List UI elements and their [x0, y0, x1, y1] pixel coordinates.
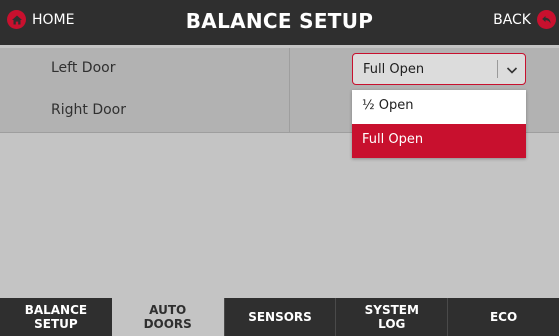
tab-label: SYSTEM LOG: [364, 303, 419, 331]
back-label: BACK: [493, 11, 531, 28]
row-divider: [289, 90, 290, 132]
tab-sensors[interactable]: SENSORS: [223, 298, 336, 336]
back-arrow-icon: [537, 10, 556, 29]
page-title: BALANCE SETUP: [185, 9, 374, 33]
option-full-open[interactable]: Full Open: [352, 124, 526, 158]
option-half-open[interactable]: ½ Open: [352, 90, 526, 124]
tab-balance-setup[interactable]: BALANCE SETUP: [0, 298, 112, 336]
door-mode-dropdown: ½ Open Full Open: [352, 90, 526, 158]
tab-label: AUTO DOORS: [143, 303, 192, 331]
back-button[interactable]: BACK: [493, 10, 556, 29]
row-divider: [289, 48, 290, 90]
top-bar: HOME BALANCE SETUP BACK: [0, 0, 559, 45]
left-door-select[interactable]: Full Open: [352, 53, 526, 85]
left-door-label: Left Door: [51, 60, 116, 76]
tab-label: ECO: [489, 310, 518, 324]
left-door-select-value: Full Open: [363, 62, 425, 77]
tab-auto-doors[interactable]: AUTO DOORS: [111, 298, 224, 336]
tab-system-log[interactable]: SYSTEM LOG: [335, 298, 447, 336]
select-divider: [497, 60, 498, 78]
tab-label: SENSORS: [248, 310, 312, 324]
right-door-label: Right Door: [51, 102, 126, 118]
bottom-tab-bar: BALANCE SETUP AUTO DOORS SENSORS SYSTEM …: [0, 298, 559, 336]
tab-eco[interactable]: ECO: [447, 298, 559, 336]
chevron-down-icon[interactable]: [505, 63, 519, 77]
tab-label: BALANCE SETUP: [24, 303, 88, 331]
